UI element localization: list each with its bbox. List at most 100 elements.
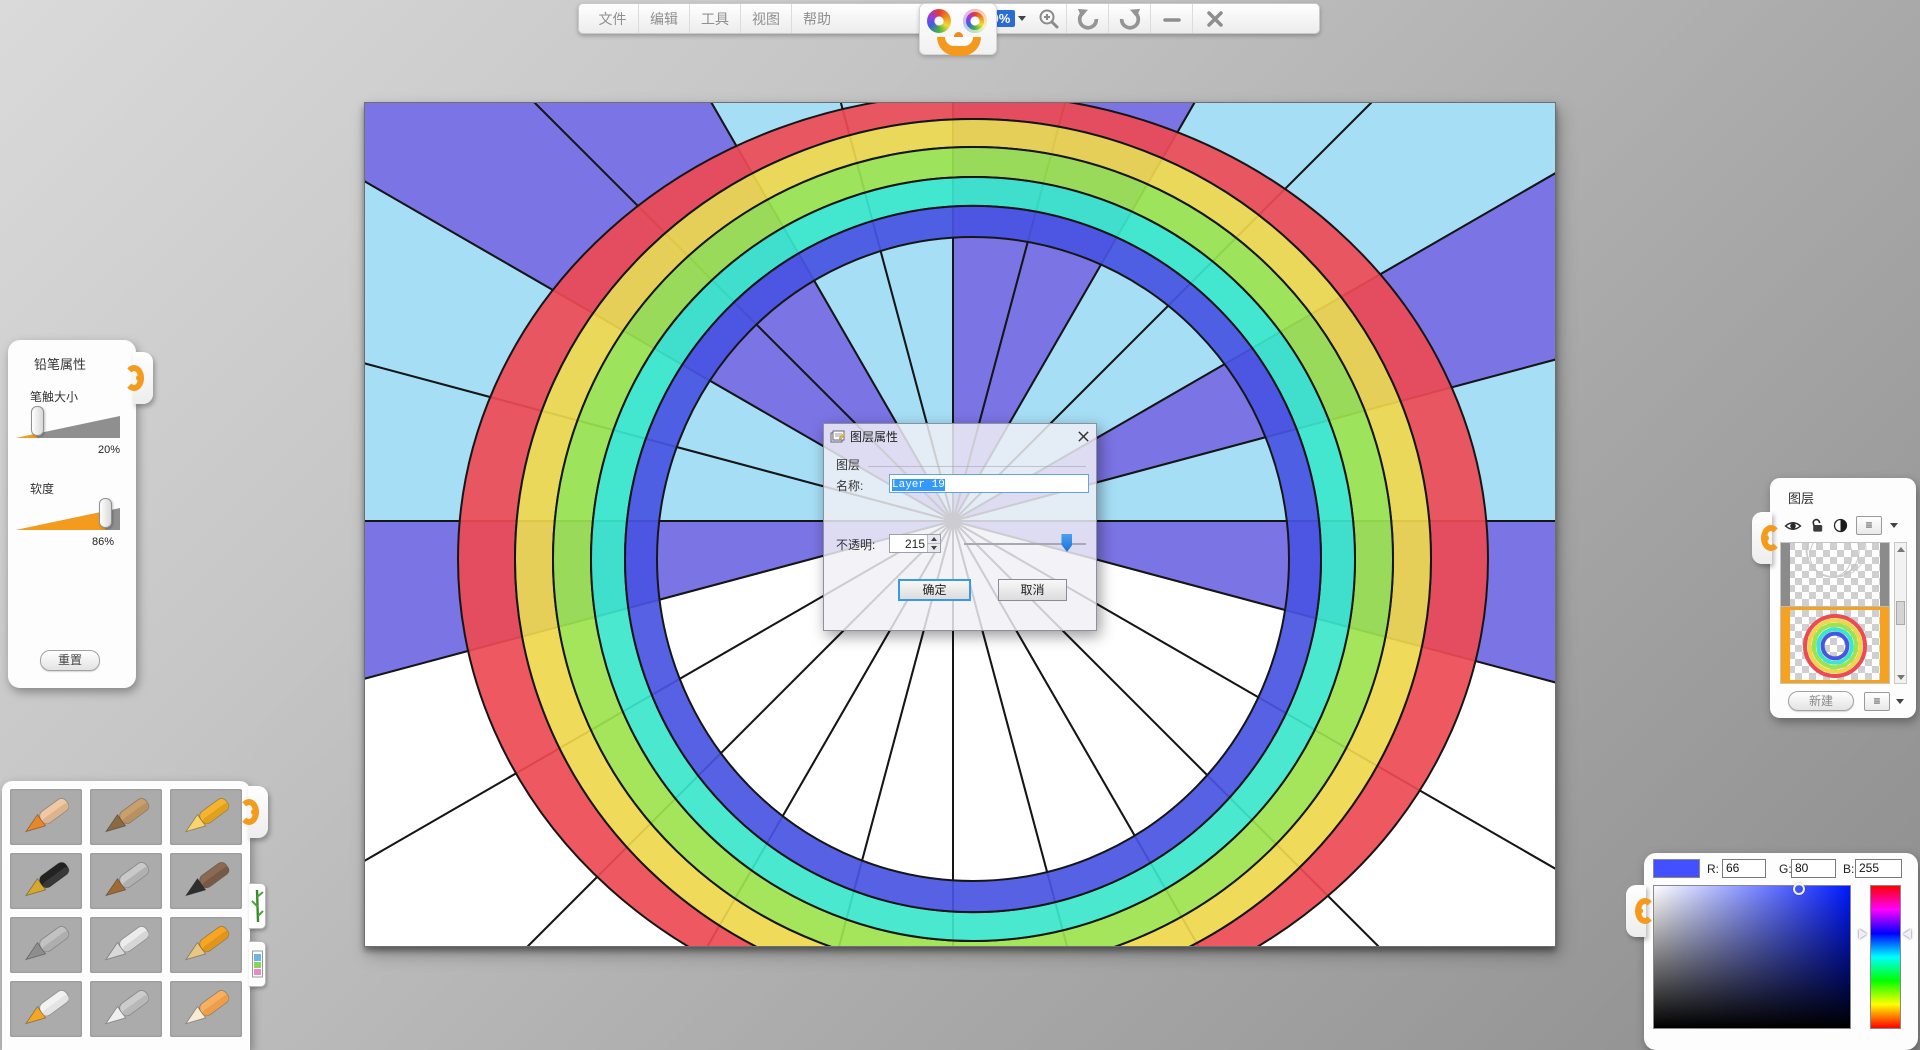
menu-item-4[interactable]: 帮助 (791, 4, 842, 33)
layer-name-value: Layer 19 (892, 479, 945, 491)
tool-flat-brush[interactable] (90, 853, 162, 909)
green-label: G: (1779, 862, 1792, 876)
brush-size-label: 笔触大小 (30, 388, 78, 405)
layer-blend-button[interactable] (1833, 518, 1848, 533)
flat-brush-icon (95, 858, 157, 904)
stamp-tool-tab[interactable] (249, 941, 266, 987)
layer-group-label: 图层 (836, 456, 860, 473)
blue-input[interactable]: 255 (1855, 859, 1902, 878)
dialog-title: 图层属性 (850, 428, 1072, 445)
close-button[interactable] (1192, 4, 1236, 33)
close-icon (1205, 9, 1225, 29)
softness-value: 86% (92, 536, 114, 548)
logo-right-eye-icon (963, 9, 987, 33)
app-logo (919, 3, 997, 55)
red-input[interactable]: 66 (1722, 859, 1766, 878)
layer-visibility-button[interactable] (1784, 519, 1802, 533)
opacity-slider-handle[interactable] (1061, 534, 1072, 552)
unlock-icon (1810, 518, 1825, 533)
eraser-icon (175, 986, 237, 1032)
name-label: 名称: (836, 477, 863, 494)
paint-jar-icon (15, 986, 77, 1032)
menu-item-0[interactable]: 文件 (587, 4, 638, 33)
tool-pastel-stick[interactable] (90, 789, 162, 845)
tool-crayon[interactable] (170, 789, 242, 845)
layer-name-input[interactable]: Layer 19 (889, 474, 1089, 493)
cancel-button[interactable]: 取消 (998, 579, 1067, 601)
dialog-close-icon[interactable] (1077, 430, 1090, 443)
fountain-pen-icon (15, 858, 77, 904)
zoom-in-button[interactable] (1032, 4, 1066, 33)
redo-button[interactable] (1108, 4, 1150, 33)
palette-knife-icon (95, 986, 157, 1032)
main-toolbar: 文件编辑工具视图帮助 100% (578, 3, 1320, 34)
brush-size-value: 20% (98, 444, 120, 456)
green-input[interactable]: 80 (1791, 859, 1836, 878)
bamboo-brush-tab[interactable] (249, 883, 266, 929)
tool-palette-knife[interactable] (90, 981, 162, 1037)
softness-label: 软度 (30, 480, 54, 497)
new-layer-button[interactable]: 新建 (1788, 691, 1854, 711)
layer-options-caret-icon[interactable] (1890, 523, 1898, 528)
softness-handle[interactable] (99, 498, 112, 528)
tool-paint-cone[interactable] (90, 917, 162, 973)
layers-panel: 图层 ≡ (1770, 478, 1916, 718)
brush-size-handle[interactable] (31, 406, 44, 436)
opacity-spinbox[interactable]: 215 (889, 534, 941, 553)
undo-button[interactable] (1066, 4, 1108, 33)
hue-marker-left-icon[interactable] (1859, 929, 1867, 939)
contrast-icon (1833, 518, 1848, 533)
menu-item-3[interactable]: 视图 (740, 4, 791, 33)
layer-row-selected[interactable] (1781, 607, 1889, 683)
tool-airbrush[interactable] (10, 917, 82, 973)
layer-row-top[interactable] (1781, 543, 1889, 607)
spin-down-button[interactable] (928, 543, 940, 552)
pencil-properties-panel: 铅笔属性 笔触大小 20% 软度 86% 重置 (8, 340, 136, 688)
layer-list-menu-button[interactable]: ≡ (1864, 692, 1890, 711)
layer-thumb-rainbow-circle (1781, 610, 1889, 680)
stamp-icon (251, 945, 264, 983)
scroll-down-button[interactable] (1895, 671, 1906, 683)
redo-icon (1118, 7, 1142, 31)
red-label: R: (1707, 862, 1719, 876)
layer-lock-button[interactable] (1810, 518, 1825, 533)
ok-button[interactable]: 确定 (898, 579, 971, 601)
tool-pencil[interactable] (10, 789, 82, 845)
dialog-titlebar[interactable]: 图层属性 (824, 424, 1096, 448)
paint-cone-icon (95, 922, 157, 968)
crayon-icon (175, 794, 237, 840)
eye-icon (1784, 519, 1802, 533)
layer-scrollbar[interactable] (1894, 542, 1907, 684)
tool-palette-tab[interactable] (248, 786, 268, 838)
zoom-in-icon (1038, 8, 1060, 30)
tool-paint-jar[interactable] (10, 981, 82, 1037)
minimize-button[interactable] (1150, 4, 1192, 33)
hue-bar[interactable] (1870, 885, 1901, 1029)
scroll-up-button[interactable] (1895, 543, 1906, 555)
pencil-panel-tab[interactable] (133, 352, 153, 404)
hue-marker-right-icon[interactable] (1903, 929, 1911, 939)
ink-brush-icon (175, 858, 237, 904)
layers-panel-tab[interactable] (1752, 512, 1772, 564)
tool-eraser[interactable] (170, 981, 242, 1037)
reset-button[interactable]: 重置 (40, 650, 100, 671)
menu-item-1[interactable]: 编辑 (638, 4, 689, 33)
menu-item-2[interactable]: 工具 (689, 4, 740, 33)
layer-selected-bar (1781, 610, 1790, 680)
saturation-value-box[interactable] (1653, 885, 1851, 1029)
dialog-title-icon (830, 430, 845, 443)
tool-paint-roller[interactable] (170, 917, 242, 973)
scroll-thumb[interactable] (1896, 601, 1905, 625)
layer-list (1780, 542, 1890, 684)
color-panel-tab[interactable] (1626, 885, 1646, 937)
tool-ink-brush[interactable] (170, 853, 242, 909)
layer-options-button[interactable]: ≡ (1856, 516, 1882, 535)
zoom-dropdown-caret-icon[interactable] (1018, 16, 1026, 21)
tool-fountain-pen[interactable] (10, 853, 82, 909)
spin-up-button[interactable] (928, 535, 940, 543)
layer-list-menu-caret-icon[interactable] (1896, 699, 1904, 704)
pencil-panel-title: 铅笔属性 (34, 354, 86, 373)
layer-bound-bar (1781, 543, 1790, 606)
logo-smile-icon (937, 37, 981, 56)
sv-cursor-icon[interactable] (1793, 883, 1805, 895)
